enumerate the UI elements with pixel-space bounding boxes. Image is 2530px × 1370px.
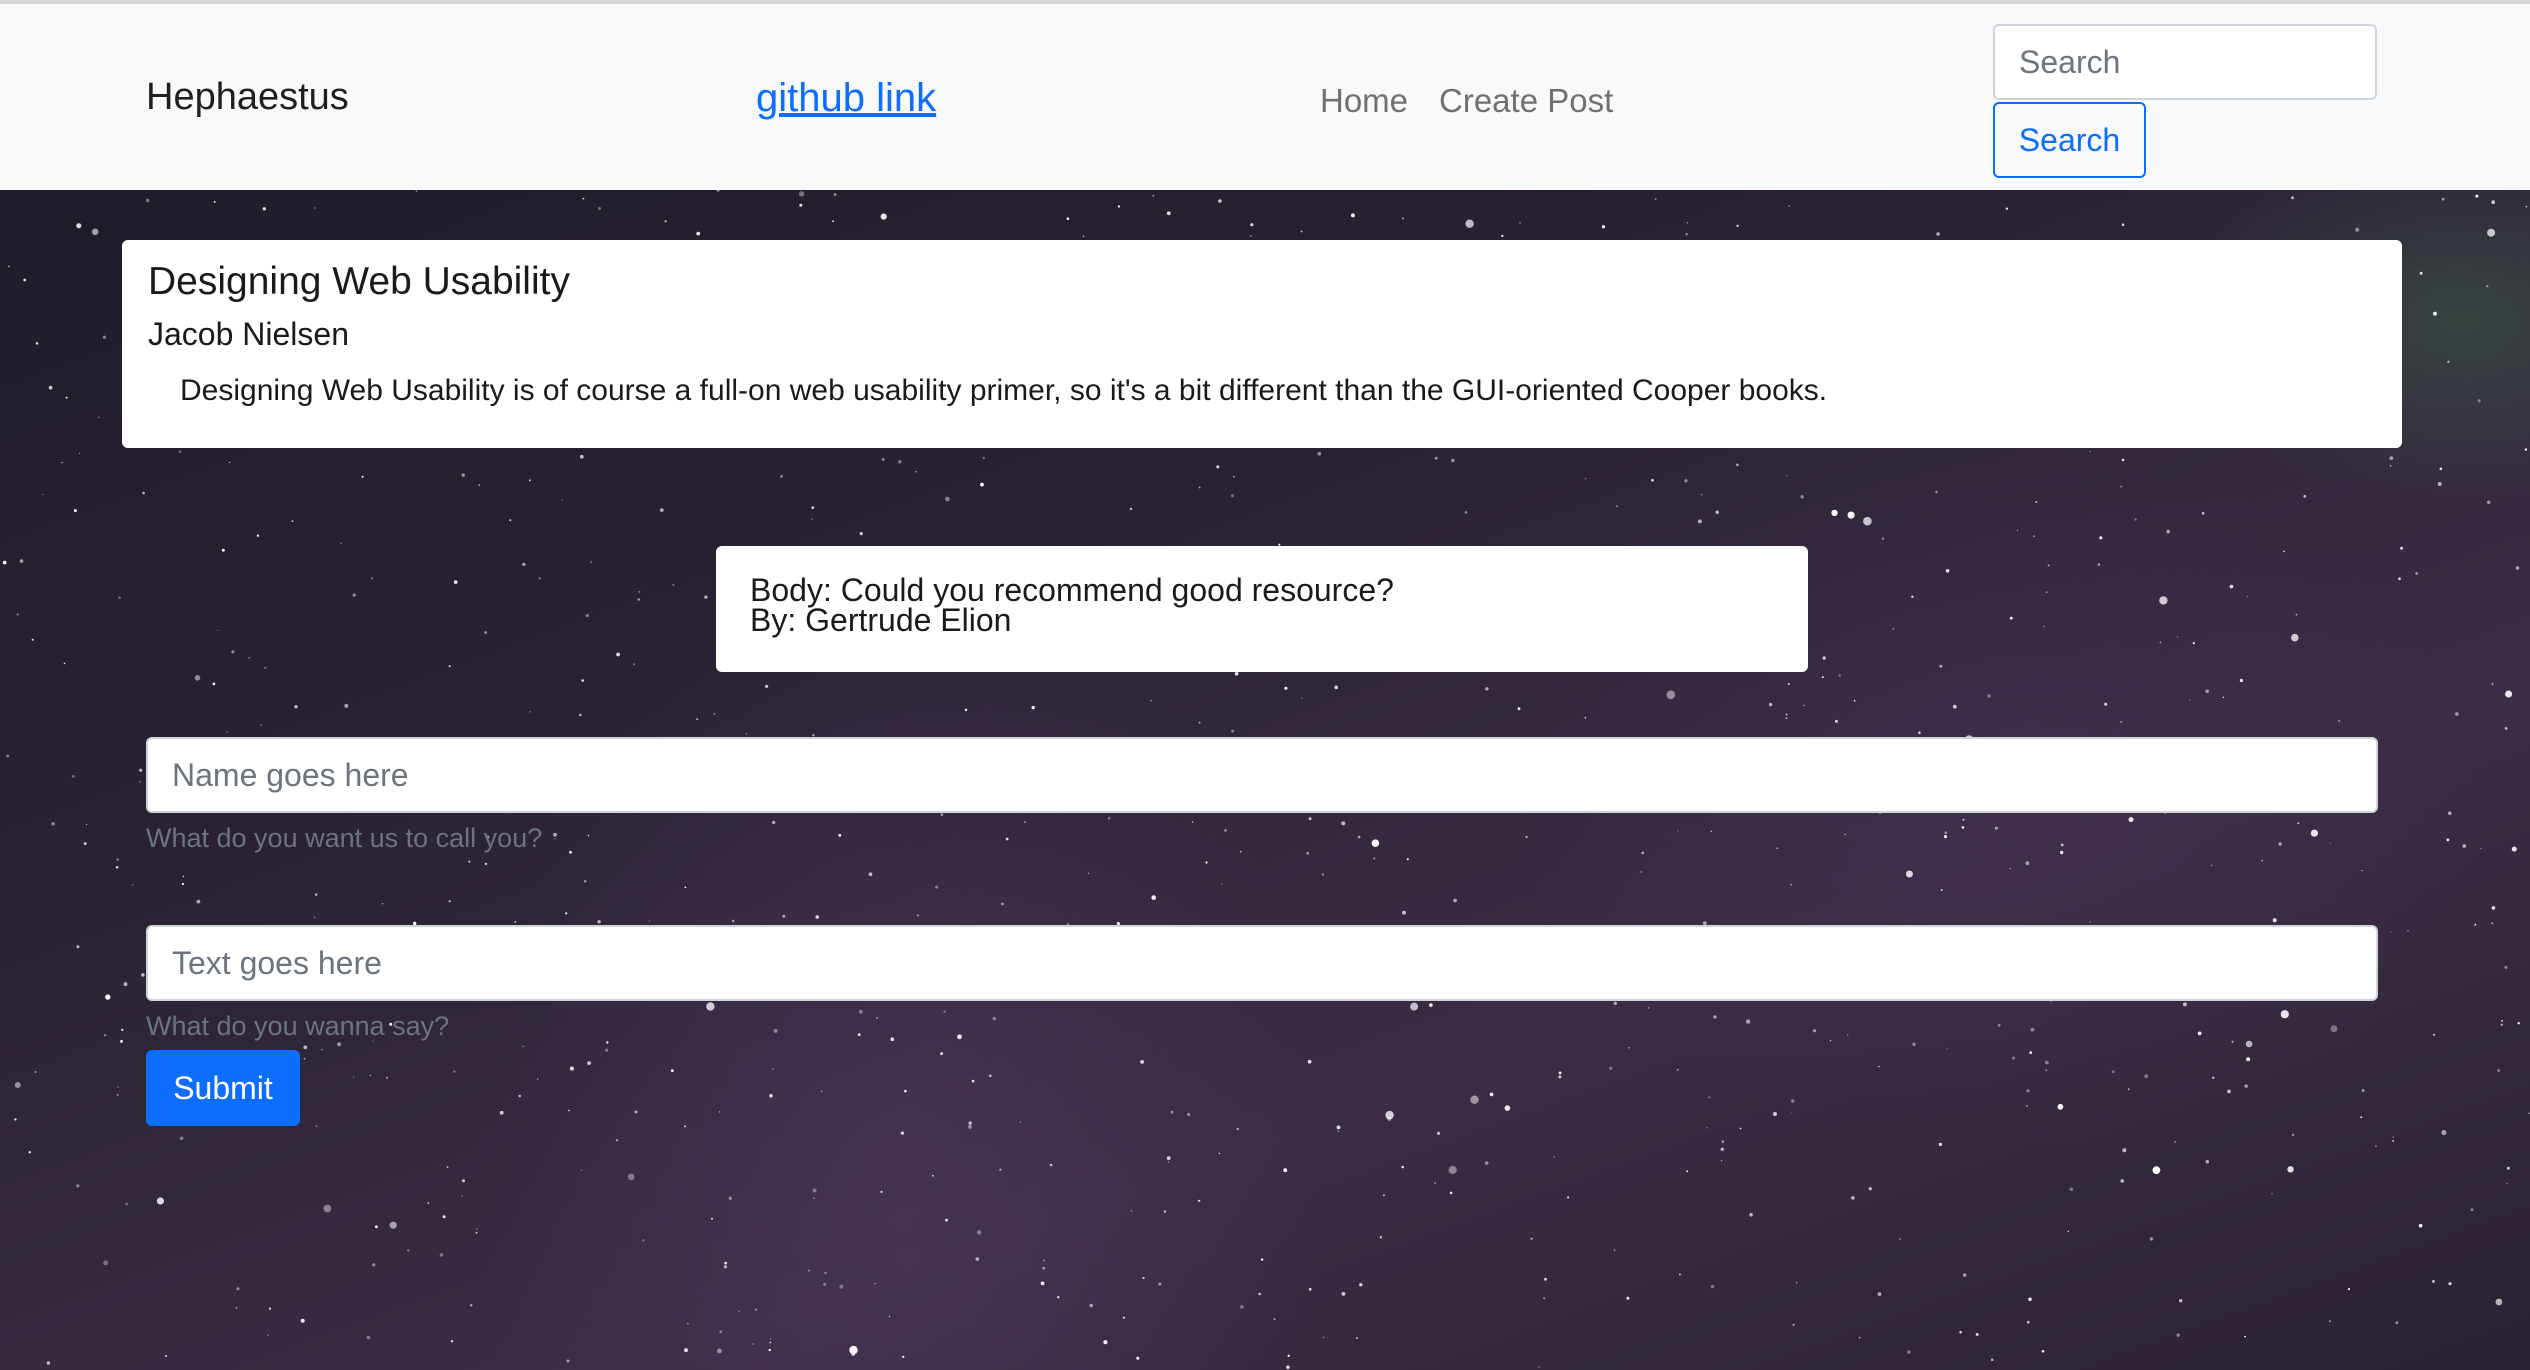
github-link[interactable]: github link bbox=[756, 76, 936, 121]
post-title: Designing Web Usability bbox=[148, 260, 570, 303]
post-body: Designing Web Usability is of course a f… bbox=[180, 374, 1828, 407]
name-help-text: What do you want us to call you? bbox=[146, 823, 543, 853]
nav-link-create-post[interactable]: Create Post bbox=[1439, 82, 1613, 120]
name-input[interactable] bbox=[146, 737, 2378, 813]
search-input[interactable] bbox=[1993, 24, 2377, 100]
nav-link-home[interactable]: Home bbox=[1320, 82, 1408, 120]
brand-name[interactable]: Hephaestus bbox=[146, 76, 349, 119]
comment-card: Body: Could you recommend good resource?… bbox=[716, 546, 1808, 672]
post-author: Jacob Nielsen bbox=[148, 316, 349, 352]
submit-button[interactable]: Submit bbox=[146, 1050, 300, 1126]
post-card: Designing Web Usability Jacob Nielsen De… bbox=[122, 240, 2402, 448]
comment-author: By: Gertrude Elion bbox=[750, 602, 1012, 638]
comment-text-input[interactable] bbox=[146, 925, 2378, 1001]
text-help-text: What do you wanna say? bbox=[146, 1011, 450, 1041]
search-button[interactable]: Search bbox=[1993, 102, 2146, 178]
navbar: Hephaestus github link Home Create Post … bbox=[0, 0, 2530, 190]
